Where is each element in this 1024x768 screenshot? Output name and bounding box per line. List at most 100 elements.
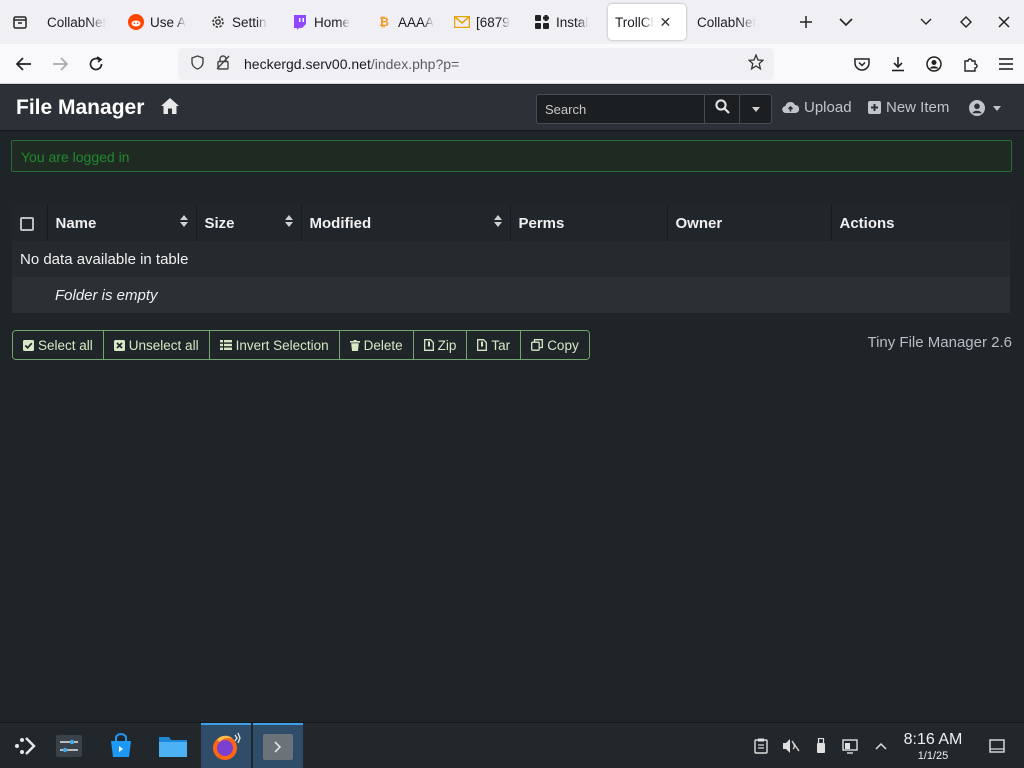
- clock-date: 1/1/25: [917, 750, 949, 762]
- tab-twitch[interactable]: Home: [284, 4, 368, 40]
- new-item-label: New Item: [886, 99, 950, 116]
- system-tray: [746, 723, 896, 768]
- app-launcher-icon[interactable]: [0, 723, 50, 768]
- search-input[interactable]: [536, 94, 704, 124]
- version-text[interactable]: Tiny File Manager 2.6: [867, 334, 1012, 351]
- tar-label: Tar: [491, 337, 511, 353]
- select-all-checkbox-cell[interactable]: [12, 205, 48, 241]
- upload-link[interactable]: Upload: [782, 99, 852, 116]
- tab-close-icon[interactable]: ✕: [660, 14, 672, 31]
- tab-label: TrollCl: [615, 14, 654, 30]
- pocket-icon[interactable]: [844, 48, 880, 80]
- system-settings-icon[interactable]: [44, 723, 94, 768]
- extension-icon: [533, 13, 551, 31]
- unselect-all-button[interactable]: Unselect all: [103, 331, 210, 359]
- files-table: Name Size Modified Perms Owner Actions N…: [12, 205, 1010, 313]
- bookmark-star-icon[interactable]: [747, 53, 765, 75]
- search-button[interactable]: [704, 94, 740, 124]
- delete-button[interactable]: Delete: [339, 331, 414, 359]
- column-header-modified[interactable]: Modified: [301, 205, 511, 241]
- zip-button[interactable]: Zip: [413, 331, 468, 359]
- copy-button[interactable]: Copy: [521, 331, 589, 359]
- zip-label: Zip: [437, 337, 457, 353]
- tray-expand-chevron-icon[interactable]: [866, 723, 896, 768]
- url-bar[interactable]: heckergd.serv00.net/index.php?p=: [178, 48, 774, 80]
- column-header-size[interactable]: Size: [196, 205, 302, 241]
- tab-list-chevron-icon[interactable]: [826, 0, 866, 44]
- network-icon[interactable]: [836, 723, 866, 768]
- forward-arrow-icon[interactable]: [42, 48, 78, 80]
- extensions-icon[interactable]: [952, 48, 988, 80]
- cloud-upload-icon: [782, 101, 799, 114]
- volume-muted-icon[interactable]: [776, 723, 806, 768]
- back-arrow-icon[interactable]: [6, 48, 42, 80]
- file-tar-icon: [477, 339, 488, 351]
- list-icon: [219, 340, 232, 350]
- tab-trollcl-active[interactable]: TrollCl ✕: [608, 4, 686, 40]
- login-alert: You are logged in: [11, 140, 1012, 172]
- table-row: Folder is empty: [12, 277, 1010, 313]
- select-all-button[interactable]: Select all: [13, 331, 104, 359]
- window-minimize-chevron-icon[interactable]: [906, 0, 946, 44]
- search-icon: [714, 99, 730, 119]
- column-header-owner: Owner: [667, 205, 832, 241]
- invert-selection-button[interactable]: Invert Selection: [209, 331, 340, 359]
- column-header-actions: Actions: [831, 205, 1010, 241]
- caret-down-icon: [993, 105, 1001, 111]
- column-header-name[interactable]: Name: [47, 205, 197, 241]
- hamburger-menu-icon[interactable]: [988, 48, 1024, 80]
- tab-aaaa[interactable]: ₿ AAAA: [368, 4, 446, 40]
- user-menu[interactable]: [969, 100, 1001, 116]
- downloads-icon[interactable]: [880, 48, 916, 80]
- clipboard-icon[interactable]: [746, 723, 776, 768]
- tab-label: AAAA: [398, 14, 435, 30]
- tab-collabnet[interactable]: CollabNet: [40, 4, 120, 40]
- select-all-checkbox[interactable]: [20, 216, 34, 231]
- insecure-lock-icon[interactable]: [212, 55, 234, 73]
- copy-label: Copy: [547, 337, 579, 353]
- url-path: /index.php?p=: [370, 56, 460, 72]
- new-tab-icon[interactable]: [786, 0, 826, 44]
- file-manager-icon[interactable]: [148, 723, 198, 768]
- firefox-taskbar-icon[interactable]: [201, 723, 251, 768]
- browser-tab-bar: CollabNet Use A Settin Home ₿ AAAA [6879…: [0, 0, 1024, 44]
- user-circle-icon: [969, 100, 985, 116]
- search-options-dropdown[interactable]: [740, 94, 772, 124]
- url-text[interactable]: heckergd.serv00.net/index.php?p=: [244, 56, 459, 72]
- header-label: Modified: [309, 214, 372, 232]
- window-maximize-icon[interactable]: [946, 0, 986, 44]
- window-close-icon[interactable]: [984, 0, 1024, 44]
- reload-icon[interactable]: [78, 48, 114, 80]
- header-label: Actions: [839, 214, 895, 232]
- tab-install[interactable]: Instal: [526, 4, 604, 40]
- app-header: File Manager Upload New Item: [0, 85, 1024, 131]
- shield-icon[interactable]: [186, 55, 208, 73]
- bulk-actions-group: Select all Unselect all Invert Selection…: [12, 330, 590, 360]
- reddit-icon: [127, 13, 145, 31]
- account-icon[interactable]: [916, 48, 952, 80]
- tab-label: Home: [314, 14, 351, 30]
- file-zip-icon: [423, 339, 434, 351]
- upload-label: Upload: [804, 99, 852, 116]
- tar-button[interactable]: Tar: [467, 331, 522, 359]
- header-label: Owner: [675, 214, 723, 232]
- gear-icon: [209, 13, 227, 31]
- home-icon[interactable]: [160, 97, 182, 119]
- tab-collabnet-2[interactable]: CollabNet: [690, 4, 774, 40]
- clock[interactable]: 8:16 AM 1/1/25: [900, 731, 966, 762]
- browser-nav-bar: heckergd.serv00.net/index.php?p=: [0, 44, 1024, 84]
- discover-store-icon[interactable]: [96, 723, 146, 768]
- header-label: Name: [55, 214, 97, 232]
- new-item-link[interactable]: New Item: [868, 99, 949, 116]
- plus-square-icon: [868, 101, 881, 114]
- tab-settings[interactable]: Settin: [202, 4, 284, 40]
- usb-device-icon[interactable]: [806, 723, 836, 768]
- tab-reddit[interactable]: Use A: [120, 4, 202, 40]
- unselect-all-label: Unselect all: [128, 337, 199, 353]
- tab-mail[interactable]: [6879: [446, 4, 526, 40]
- terminal-taskbar-icon[interactable]: [253, 723, 303, 768]
- tab-overview-icon[interactable]: [0, 0, 40, 44]
- app-title[interactable]: File Manager: [16, 96, 144, 120]
- show-desktop-icon[interactable]: [982, 723, 1012, 768]
- table-row: No data available in table: [12, 241, 1010, 277]
